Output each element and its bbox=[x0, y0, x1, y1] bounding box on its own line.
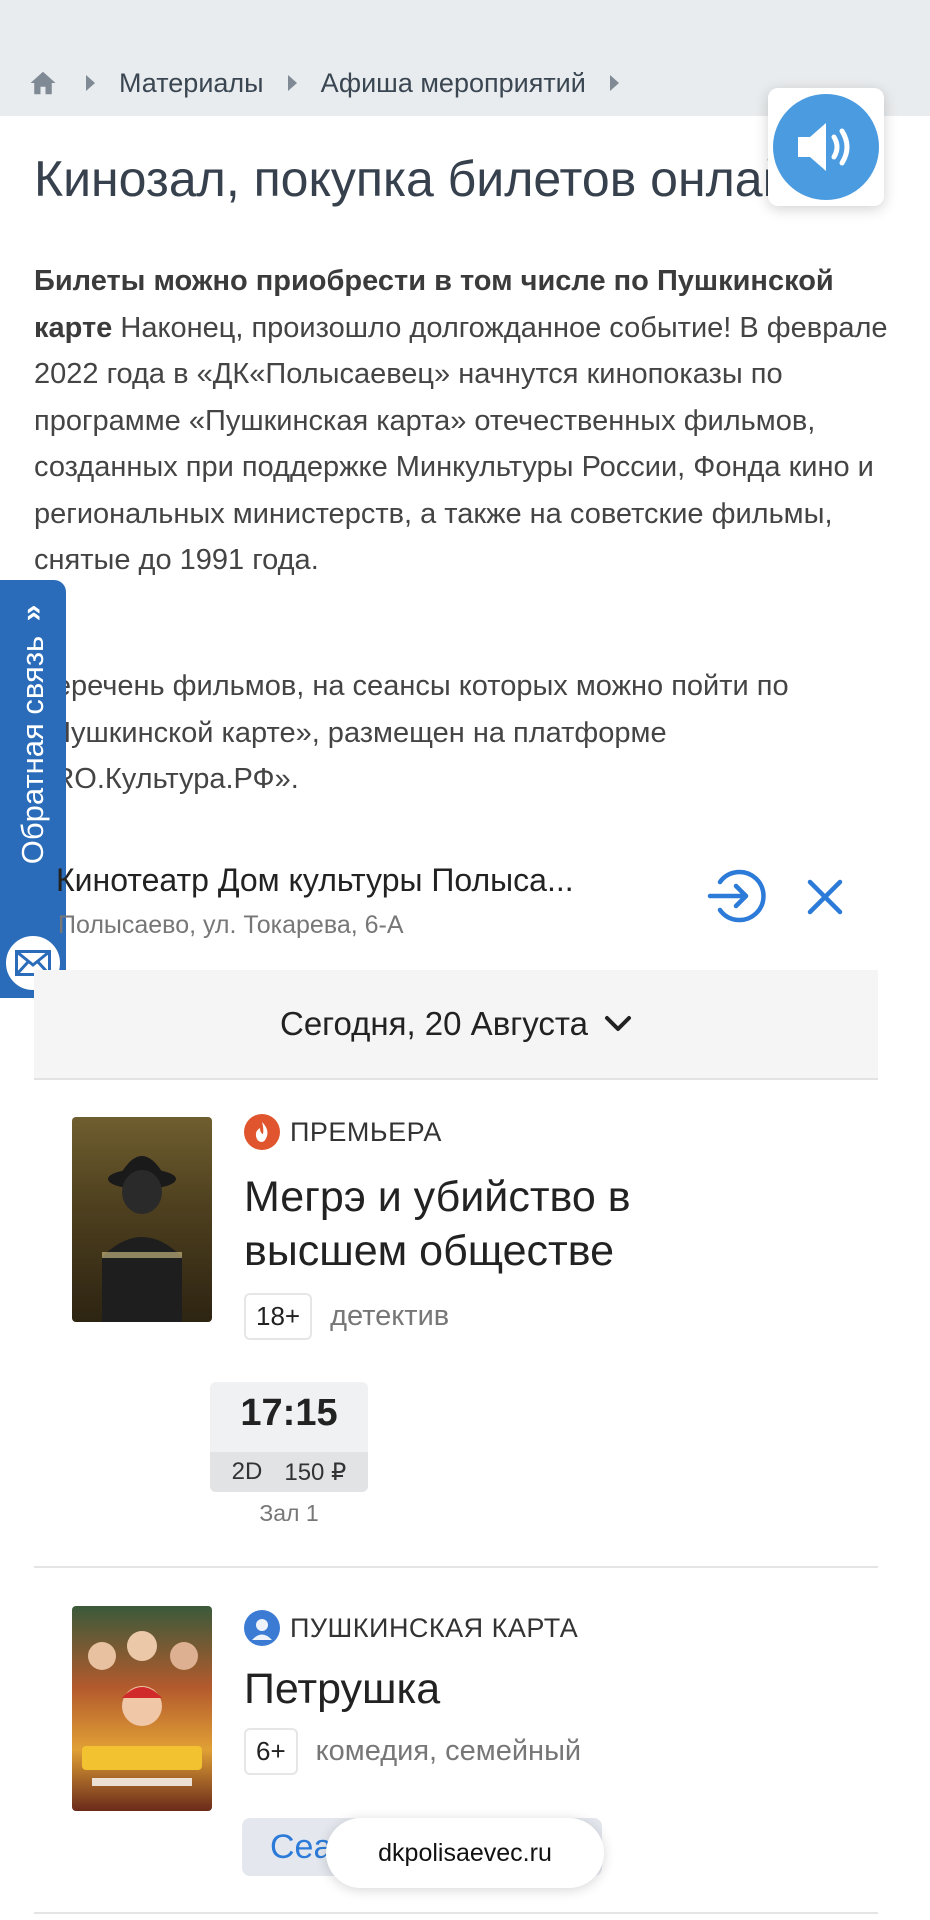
movie-genre: комедия, семейный bbox=[315, 1735, 582, 1767]
session-time: 17:15 bbox=[240, 1392, 338, 1434]
session-format: 2D bbox=[231, 1458, 263, 1485]
cinema-name: Кинотеатр Дом культуры Полыса... bbox=[56, 862, 574, 898]
chevron-down-icon bbox=[605, 1016, 631, 1031]
enter-icon[interactable] bbox=[706, 866, 766, 926]
session-button[interactable]: 17:15 2D 150 ₽ bbox=[210, 1382, 368, 1492]
movie-title[interactable]: Петрушка bbox=[244, 1662, 764, 1716]
date-selector[interactable]: Сегодня, 20 Августа bbox=[34, 970, 878, 1080]
accessibility-sound-widget[interactable] bbox=[768, 88, 884, 206]
breadcrumb-item-events[interactable]: Афиша мероприятий bbox=[321, 68, 586, 99]
chevron-right-icon bbox=[609, 75, 619, 91]
movie-tag-label: ПУШКИНСКАЯ КАРТА bbox=[290, 1612, 579, 1643]
movie-card[interactable]: ПРЕМЬЕРА Мегрэ и убийство в высшем общес… bbox=[34, 1080, 878, 1570]
movie-poster[interactable] bbox=[72, 1606, 212, 1811]
poster-figures bbox=[82, 1631, 202, 1786]
pushkin-list-paragraph: Перечень фильмов, на сеансы которых можн… bbox=[34, 670, 789, 795]
home-icon[interactable] bbox=[28, 68, 58, 98]
close-icon[interactable] bbox=[800, 872, 850, 922]
movie-meta: 6+ комедия, семейный bbox=[244, 1728, 581, 1775]
age-rating: 6+ bbox=[244, 1728, 298, 1775]
sound-button[interactable] bbox=[773, 94, 879, 200]
cinema-address: Полысаево, ул. Токарева, 6-А bbox=[58, 911, 404, 939]
double-chevron-icon: » bbox=[15, 604, 49, 622]
speaker-icon bbox=[798, 123, 850, 171]
session-hall: Зал 1 bbox=[259, 1500, 319, 1526]
movie-tag: ПРЕМЬЕРА bbox=[244, 1114, 442, 1150]
movie-meta: 18+ детектив bbox=[244, 1293, 449, 1340]
browser-url-pill[interactable]: dkpolisaevec.ru bbox=[326, 1818, 604, 1888]
divider bbox=[34, 1912, 878, 1914]
chevron-right-icon bbox=[287, 75, 297, 91]
top-strip bbox=[0, 0, 930, 50]
breadcrumb-item-materials[interactable]: Материалы bbox=[119, 68, 264, 99]
poster-figure bbox=[102, 1156, 182, 1322]
date-label: Сегодня, 20 Августа bbox=[280, 1005, 588, 1042]
premiere-flame-icon bbox=[244, 1114, 280, 1150]
chevron-right-icon bbox=[86, 75, 95, 91]
pushkin-card-icon bbox=[244, 1610, 280, 1646]
intro-paragraph: Билеты можно приобрести в том числе по П… bbox=[34, 258, 894, 584]
age-rating: 18+ bbox=[244, 1293, 313, 1340]
session-price: 150 ₽ bbox=[284, 1458, 347, 1486]
movie-poster[interactable] bbox=[72, 1117, 212, 1322]
movie-tag: ПУШКИНСКАЯ КАРТА bbox=[244, 1610, 578, 1646]
movie-tag-label: ПРЕМЬЕРА bbox=[290, 1116, 442, 1147]
session-info: 2D 150 ₽ bbox=[210, 1452, 368, 1492]
movie-title[interactable]: Мегрэ и убийство в высшем обществе bbox=[244, 1170, 764, 1278]
feedback-label[interactable]: Обратная связь bbox=[15, 636, 51, 864]
intro-body-text: Наконец, произошло долгожданное событие!… bbox=[34, 311, 888, 577]
movie-genre: детектив bbox=[330, 1300, 450, 1332]
